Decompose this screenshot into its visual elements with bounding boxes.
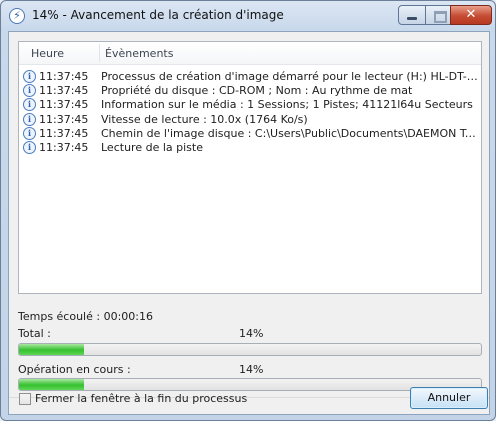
total-percent: 14% (239, 327, 264, 340)
maximize-icon (434, 11, 447, 23)
window-title: 14% - Avancement de la création d'image (32, 8, 284, 22)
info-icon: i (23, 84, 36, 98)
total-progress-bar (18, 343, 482, 356)
elapsed-time: Temps écoulé : 00:00:16 (18, 310, 153, 323)
dialog-client: Heure Évènements i 11:37:45 Processus de c… (8, 31, 490, 415)
row-event: Propriété du disque : CD-ROM ; Nom : Au … (101, 84, 413, 98)
row-time: 11:37:45 (39, 84, 89, 98)
event-log-list[interactable]: Heure Évènements i 11:37:45 Processus de c… (18, 41, 482, 294)
info-icon: i (23, 98, 36, 112)
cancel-button[interactable]: Annuler (410, 387, 488, 409)
row-time: 11:37:45 (39, 126, 89, 140)
row-time: 11:37:45 (39, 98, 89, 112)
column-divider[interactable] (99, 44, 100, 62)
total-progress-fill (19, 344, 84, 355)
info-icon: i (23, 141, 36, 154)
close-icon: ✕ (465, 7, 477, 22)
row-event: Vitesse de lecture : 10.0x (1764 Ko/s) (101, 112, 308, 126)
list-header: Heure Évènements (19, 42, 481, 65)
table-row[interactable]: i 11:37:45 Processus de création d'image d… (19, 70, 481, 84)
row-event: Information sur le média : 1 Sessions; 1… (101, 98, 473, 112)
close-when-done-label[interactable]: Fermer la fenêtre à la fin du processus (35, 392, 247, 405)
total-label: Total : (18, 327, 51, 340)
title-bar[interactable]: ⚡ 14% - Avancement de la création d'imag… (1, 1, 495, 31)
table-row[interactable]: i 11:37:45 Information sur le média : 1 Se… (19, 98, 481, 112)
row-event: Chemin de l'image disque : C:\Users\Publ… (101, 126, 479, 140)
table-row[interactable]: i 11:37:45 Chemin de l'image disque : C:\U… (19, 126, 481, 141)
column-header-events[interactable]: Évènements (105, 47, 173, 60)
table-row[interactable]: i 11:37:45 Lecture de la piste (19, 141, 481, 155)
current-operation-progress-fill (19, 379, 84, 390)
row-time: 11:37:45 (39, 70, 89, 83)
close-when-done-checkbox[interactable] (19, 393, 31, 405)
current-operation-percent: 14% (239, 363, 264, 376)
info-icon: i (23, 70, 36, 83)
minimize-button[interactable] (398, 5, 426, 25)
progress-dialog: ⚡ 14% - Avancement de la création d'imag… (0, 0, 496, 421)
table-row[interactable]: i 11:37:45 Propriété du disque : CD-ROM ; … (19, 84, 481, 98)
minimize-icon (407, 17, 417, 20)
column-header-time[interactable]: Heure (31, 47, 64, 60)
row-event: Lecture de la piste (101, 141, 203, 154)
row-event: Processus de création d'image démarré po… (101, 70, 479, 83)
daemon-tools-icon: ⚡ (9, 8, 25, 24)
table-row[interactable]: i 11:37:45 Vitesse de lecture : 10.0x (176… (19, 112, 481, 127)
current-operation-label: Opération en cours : (18, 363, 131, 376)
close-button[interactable]: ✕ (450, 5, 492, 25)
row-time: 11:37:45 (39, 112, 89, 126)
info-icon: i (23, 112, 36, 126)
info-icon: i (23, 126, 36, 140)
maximize-button[interactable] (425, 5, 451, 25)
row-time: 11:37:45 (39, 141, 89, 154)
